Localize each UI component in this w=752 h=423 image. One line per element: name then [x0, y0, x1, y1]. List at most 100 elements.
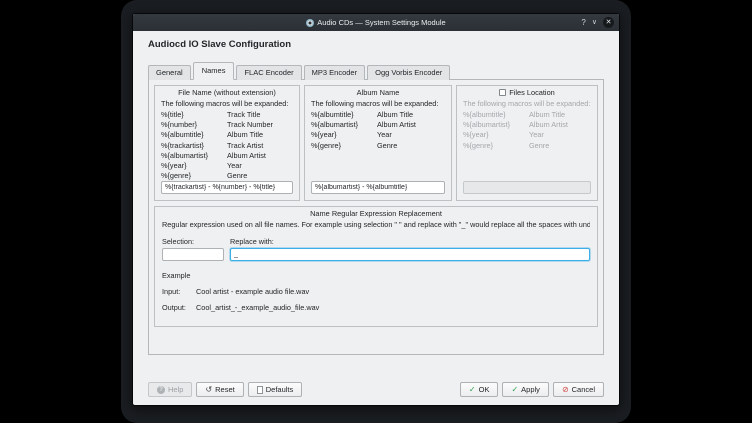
macro-row: %{albumtitle}Album Title	[161, 130, 293, 140]
album-name-intro: The following macros will be expanded:	[311, 99, 445, 108]
files-location-checkbox[interactable]	[499, 89, 506, 96]
macro-groups-row: File Name (without extension) The follow…	[154, 85, 598, 201]
titlebar[interactable]: Audio CDs — System Settings Module ? ∨ ✕	[133, 14, 619, 31]
example-output-label: Output:	[162, 303, 196, 312]
macro-name: %{number}	[161, 120, 227, 130]
defaults-icon	[257, 386, 263, 394]
macro-name: %{genre}	[463, 141, 529, 151]
window-title: Audio CDs — System Settings Module	[317, 18, 445, 27]
tab-names[interactable]: Names	[193, 62, 235, 80]
album-name-group: Album Name The following macros will be …	[304, 85, 452, 201]
reset-button[interactable]: ↺ Reset	[196, 382, 243, 397]
apply-button-label: Apply	[521, 385, 540, 394]
apply-button[interactable]: ✓ Apply	[502, 382, 548, 397]
files-location-intro: The following macros will be expanded:	[463, 99, 591, 108]
example-input-value: Cool artist - example audio file.wav	[196, 287, 309, 296]
macro-name: %{genre}	[311, 141, 377, 151]
macro-row: %{albumartist}Album Artist	[311, 120, 445, 130]
macro-desc: Album Artist	[227, 151, 293, 161]
reset-icon: ↺	[205, 386, 212, 394]
macro-row: %{year}Year	[311, 130, 445, 140]
macro-row: %{genre}Genre	[161, 171, 293, 181]
replace-with-input[interactable]	[230, 248, 590, 261]
page-title: Audiocd IO Slave Configuration	[148, 39, 604, 50]
tab-general[interactable]: General	[148, 65, 191, 80]
macro-desc: Year	[529, 130, 591, 140]
names-tab-panel: File Name (without extension) The follow…	[148, 79, 604, 355]
example-title: Example	[162, 271, 590, 280]
macro-name: %{albumartist}	[161, 151, 227, 161]
macro-name: %{albumtitle}	[463, 110, 529, 120]
file-name-intro: The following macros will be expanded:	[161, 99, 293, 108]
example-input-label: Input:	[162, 287, 196, 296]
cancel-button-label: Cancel	[572, 385, 595, 394]
macro-desc: Year	[377, 130, 445, 140]
macro-name: %{albumtitle}	[161, 130, 227, 140]
macro-row: %{albumartist}Album Artist	[161, 151, 293, 161]
example-output-row: Output: Cool_artist_-_example_audio_file…	[162, 303, 590, 312]
macro-row: %{albumtitle}Album Title	[463, 110, 591, 120]
settings-window: Audio CDs — System Settings Module ? ∨ ✕…	[132, 13, 620, 406]
files-location-group: Files Location The following macros will…	[456, 85, 598, 201]
macro-name: %{genre}	[161, 171, 227, 181]
close-icon[interactable]: ✕	[603, 17, 614, 28]
macro-desc: Album Artist	[377, 120, 445, 130]
macro-row: %{year}Year	[463, 130, 591, 140]
files-location-label[interactable]: Files Location	[509, 88, 555, 97]
macro-row: %{genre}Genre	[311, 141, 445, 151]
window-help-icon[interactable]: ?	[581, 17, 585, 28]
macro-row: %{trackartist}Track Artist	[161, 141, 293, 151]
macro-row: %{title}Track Title	[161, 110, 293, 120]
macro-name: %{year}	[161, 161, 227, 171]
help-icon: ?	[157, 386, 165, 394]
macro-row: %{albumartist}Album Artist	[463, 120, 591, 130]
files-location-group-title: Files Location	[461, 88, 593, 97]
apply-check-icon: ✓	[511, 386, 518, 394]
macro-desc: Year	[227, 161, 293, 171]
defaults-button-label: Defaults	[266, 385, 294, 394]
help-button-label: Help	[168, 385, 183, 394]
tab-mp3-encoder[interactable]: MP3 Encoder	[304, 65, 365, 80]
defaults-button[interactable]: Defaults	[248, 382, 303, 397]
macro-name: %{albumartist}	[311, 120, 377, 130]
example-input-row: Input: Cool artist - example audio file.…	[162, 287, 590, 296]
cancel-button[interactable]: ⊘ Cancel	[553, 382, 604, 397]
reset-button-label: Reset	[215, 385, 235, 394]
file-name-group-title: File Name (without extension)	[159, 88, 295, 97]
macro-desc: Genre	[377, 141, 445, 151]
cancel-icon: ⊘	[562, 386, 569, 394]
window-content: Audiocd IO Slave Configuration General N…	[133, 31, 619, 405]
macro-name: %{title}	[161, 110, 227, 120]
macro-row: %{albumtitle}Album Title	[311, 110, 445, 120]
macro-desc: Genre	[529, 141, 591, 151]
regex-group-title: Name Regular Expression Replacement	[159, 209, 593, 218]
audiocd-app-icon	[306, 19, 314, 27]
ok-check-icon: ✓	[469, 386, 476, 394]
macro-desc: Album Title	[377, 110, 445, 120]
album-name-group-title: Album Name	[309, 88, 447, 97]
regex-description: Regular expression used on all file name…	[162, 220, 590, 229]
replace-with-label: Replace with:	[230, 237, 590, 246]
minimize-icon[interactable]: ∨	[592, 17, 597, 28]
dialog-button-bar: ? Help ↺ Reset Defaults ✓ OK ✓	[148, 382, 604, 397]
ok-button-label: OK	[479, 385, 490, 394]
help-button[interactable]: ? Help	[148, 382, 192, 397]
macro-desc: Track Title	[227, 110, 293, 120]
selection-input[interactable]	[162, 248, 224, 261]
tab-ogg-vorbis-encoder[interactable]: Ogg Vorbis Encoder	[367, 65, 450, 80]
desktop-background: Audio CDs — System Settings Module ? ∨ ✕…	[121, 0, 631, 423]
selection-label: Selection:	[162, 237, 224, 246]
file-name-pattern-input[interactable]	[161, 181, 293, 194]
tab-flac-encoder[interactable]: FLAC Encoder	[236, 65, 301, 80]
macro-name: %{albumtitle}	[311, 110, 377, 120]
macro-desc: Track Artist	[227, 141, 293, 151]
macro-row: %{genre}Genre	[463, 141, 591, 151]
macro-row: %{number}Track Number	[161, 120, 293, 130]
album-name-pattern-input[interactable]	[311, 181, 445, 194]
macro-desc: Genre	[227, 171, 293, 181]
titlebar-center: Audio CDs — System Settings Module	[306, 18, 445, 27]
ok-button[interactable]: ✓ OK	[460, 382, 499, 397]
macro-desc: Track Number	[227, 120, 293, 130]
file-name-group: File Name (without extension) The follow…	[154, 85, 300, 201]
files-location-pattern-input	[463, 181, 591, 194]
